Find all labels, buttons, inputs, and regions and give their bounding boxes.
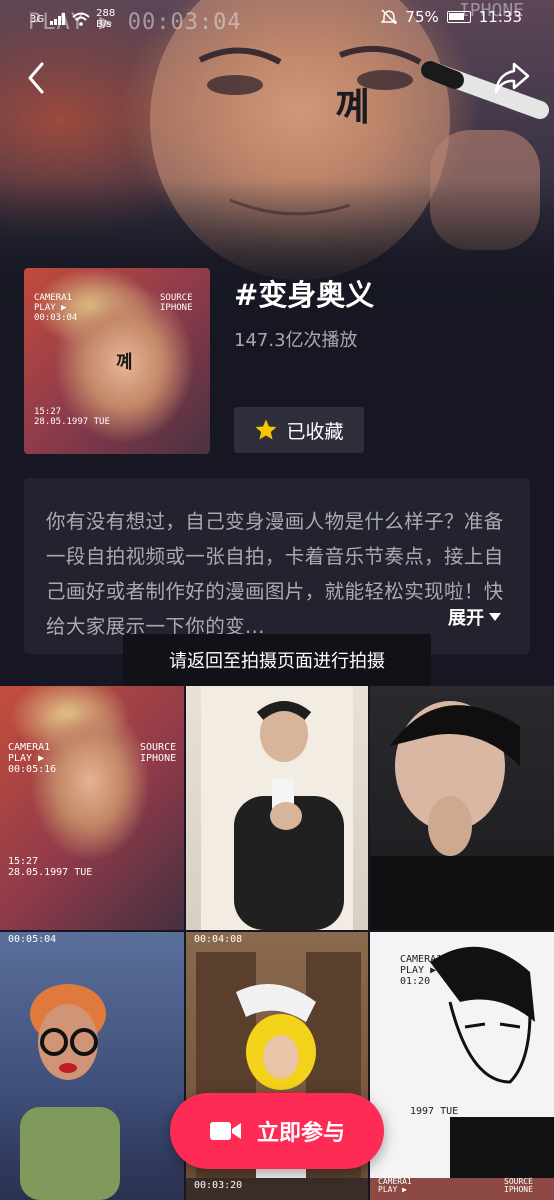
- video-tile[interactable]: [186, 686, 368, 930]
- caret-down-icon: [489, 613, 501, 621]
- cover-mark: 꼐: [116, 352, 133, 373]
- video-tile[interactable]: CAMERA1 PLAY ▶ 00:05:16 SOURCE IPHONE 15…: [0, 686, 184, 930]
- net-speed-unit: B/s: [96, 19, 112, 30]
- cover-source: SOURCE IPHONE: [160, 293, 193, 313]
- chevron-left-icon: [28, 62, 44, 94]
- tile-timestamp: CAMERA1 PLAY ▶ 00:05:16: [8, 742, 57, 775]
- share-icon: [494, 62, 530, 94]
- status-bar: 3G 288 B/s 75% 11:33: [0, 0, 554, 36]
- share-button[interactable]: [492, 58, 532, 98]
- star-icon: [255, 419, 277, 440]
- net-speed-value: 288: [96, 8, 116, 19]
- toast-message: 请返回至拍摄页面进行拍摄: [123, 634, 431, 686]
- expand-button[interactable]: 展开: [448, 604, 502, 630]
- tile-source: SOURCE IPHONE: [140, 742, 177, 764]
- expand-label: 展开: [448, 608, 484, 629]
- video-camera-icon: [209, 1122, 241, 1140]
- svg-text:꼐: 꼐: [335, 85, 370, 129]
- video-tile[interactable]: [370, 686, 554, 930]
- tile-thumbnail: [430, 946, 554, 1200]
- join-now-label: 立即参与: [256, 1121, 345, 1146]
- tile-thumbnail: [370, 701, 554, 930]
- video-tile[interactable]: 00:05:04: [0, 932, 184, 1200]
- play-count: 147.3亿次播放: [234, 330, 358, 351]
- network-type: 3G: [30, 13, 45, 25]
- video-tile[interactable]: 00:03:20: [186, 1178, 368, 1200]
- video-tile[interactable]: CAMERA1 PLAY ▶ 01:20 1997 TUE: [370, 932, 554, 1200]
- video-tile[interactable]: CAMERA1 PLAY ▶ SOURCE IPHONE: [370, 1178, 554, 1200]
- tile-timestamp: 00:03:20: [194, 1180, 243, 1191]
- cover-date: 15:27 28.05.1997 TUE: [34, 407, 110, 427]
- hero-banner: 꼐 PLAY ▶ 00:03:04 IPHONE: [0, 0, 554, 300]
- topic-cover-image[interactable]: CAMERA1 PLAY ▶ 00:03:04 SOURCE IPHONE 꼐 …: [24, 268, 210, 454]
- mute-bell-icon: [381, 9, 398, 25]
- tile-date: 15:27 28.05.1997 TUE: [8, 856, 93, 878]
- clock: 11:33: [478, 8, 522, 26]
- wifi-icon: [72, 12, 90, 26]
- tile-thumbnail: [201, 686, 353, 930]
- battery-icon: [446, 11, 471, 23]
- description-text: 你有没有想过，自己变身漫画人物是什么样子？准备一段自拍视频或一张自拍，卡着音乐节…: [46, 510, 504, 638]
- tile-thumbnail: [20, 984, 120, 1200]
- favorite-label: 已收藏: [286, 420, 344, 443]
- favorite-button[interactable]: 已收藏: [234, 407, 364, 453]
- description-box: 你有没有想过，自己变身漫画人物是什么样子？准备一段自拍视频或一张自拍，卡着音乐节…: [24, 478, 530, 654]
- cover-timestamp: CAMERA1 PLAY ▶ 00:03:04: [34, 293, 78, 323]
- join-now-button[interactable]: 立即参与: [170, 1093, 384, 1169]
- tile-source: SOURCE IPHONE: [504, 1178, 533, 1194]
- topic-title: #变身奥义: [234, 278, 375, 312]
- battery-percent: 75%: [405, 8, 439, 26]
- back-button[interactable]: [20, 56, 56, 100]
- tile-timestamp: CAMERA1 PLAY ▶: [378, 1178, 412, 1194]
- signal-icon: [50, 13, 66, 25]
